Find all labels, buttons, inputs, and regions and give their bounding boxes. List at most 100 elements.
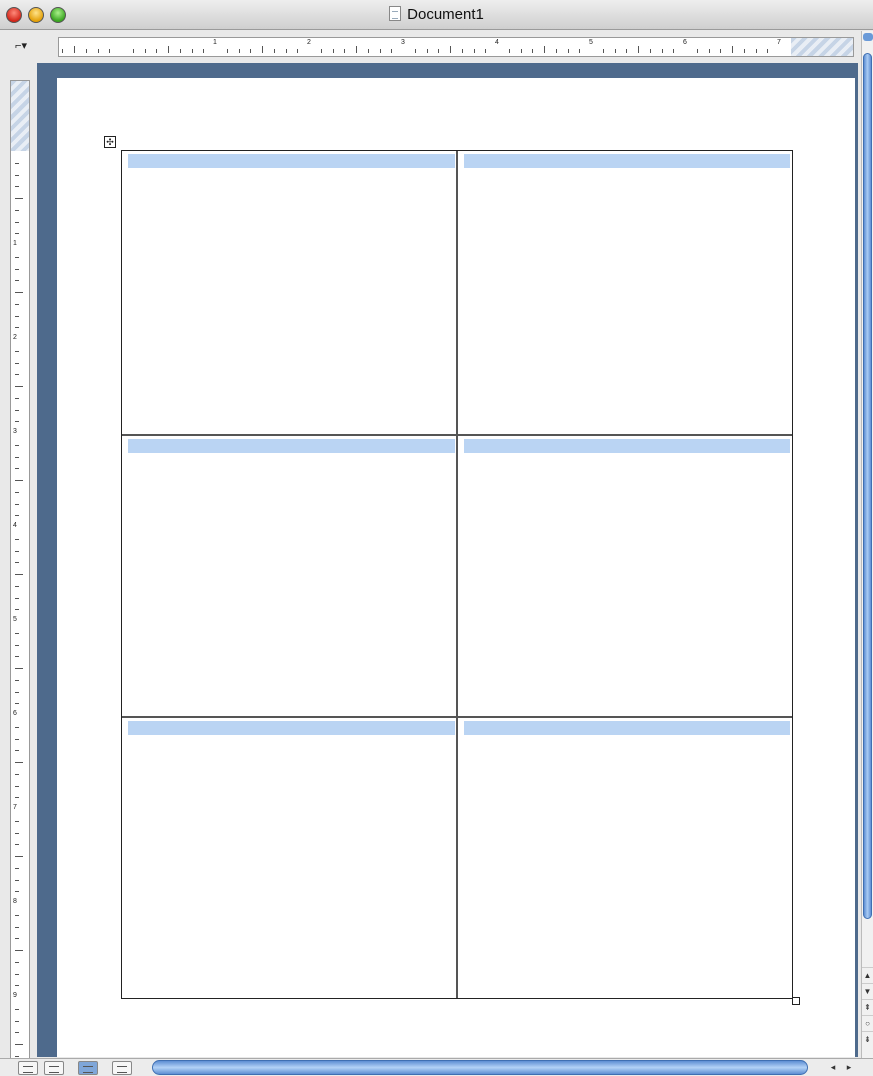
ruler-tick [203, 49, 205, 53]
ruler-tick [273, 49, 275, 53]
ruler-tick [15, 832, 19, 834]
cell-highlight [128, 154, 455, 168]
ruler-tick [438, 49, 440, 53]
ruler-tick [696, 49, 698, 53]
ruler-tick [168, 46, 169, 53]
table-cell-r2c1[interactable] [122, 436, 457, 716]
label-table[interactable] [121, 150, 793, 999]
ruler-tick [15, 938, 19, 940]
cell-highlight [464, 154, 790, 168]
ruler-tick [15, 350, 19, 352]
ruler-tick [15, 762, 23, 763]
ruler-tick [520, 49, 522, 53]
ruler-tick [732, 46, 733, 53]
ruler-number: 4 [13, 522, 17, 529]
ruler-tick [661, 49, 663, 53]
ruler-right-margin [791, 38, 853, 56]
notebook-view-button[interactable] [112, 1061, 132, 1075]
print-layout-icon [83, 1066, 93, 1073]
ruler-tick [15, 844, 19, 846]
outline-view-button[interactable] [44, 1061, 64, 1075]
ruler-tick [97, 49, 99, 53]
ruler-tick [356, 46, 357, 53]
status-bar: ◂ ▸ [0, 1058, 873, 1076]
ruler-tick [15, 444, 19, 446]
table-row-divider[interactable] [122, 716, 792, 718]
table-cell-r3c2[interactable] [458, 718, 792, 998]
table-cell-r1c2[interactable] [458, 151, 792, 434]
next-page-icon[interactable]: ⇟ [862, 1031, 873, 1048]
ruler-tick [15, 656, 19, 658]
table-move-handle-icon[interactable]: ✣ [104, 136, 116, 148]
ruler-tick [109, 49, 111, 53]
ruler-tick [15, 703, 19, 705]
ruler-tick [743, 49, 745, 53]
outline-view-icon [49, 1066, 59, 1073]
ruler-tick [15, 280, 19, 282]
ruler-number: 4 [495, 39, 499, 46]
ruler-tick [15, 562, 19, 564]
ruler-number: 1 [13, 240, 17, 247]
ruler-tick [179, 49, 181, 53]
horizontal-scroll-thumb[interactable] [152, 1060, 808, 1075]
ruler-tick [379, 49, 381, 53]
split-window-handle[interactable] [863, 33, 873, 41]
ruler-tick [15, 491, 19, 493]
ruler-tick [15, 773, 19, 775]
ruler-tick [15, 585, 19, 587]
table-cell-r3c1[interactable] [122, 718, 457, 998]
ruler-number: 7 [777, 39, 781, 46]
scroll-up-arrow-icon[interactable]: ▲ [862, 967, 873, 984]
ruler-tick [15, 480, 23, 481]
tab-selector-button[interactable]: ⌐▾ [7, 36, 35, 56]
ruler-tick [15, 268, 19, 270]
previous-page-icon[interactable]: ⇞ [862, 999, 873, 1016]
ruler-number: 5 [589, 39, 593, 46]
ruler-top-margin [11, 81, 29, 151]
ruler-tick [426, 49, 428, 53]
ruler-number: 2 [13, 334, 17, 341]
ruler-tick [15, 632, 19, 634]
ruler-tick [649, 49, 651, 53]
table-cell-r1c1[interactable] [122, 151, 457, 434]
cell-highlight [464, 721, 790, 735]
ruler-tick [15, 456, 19, 458]
ruler-tick [15, 174, 19, 176]
table-column-divider[interactable] [456, 151, 458, 998]
ruler-tick [414, 49, 416, 53]
browse-object-icon[interactable]: ○ [862, 1015, 873, 1032]
ruler-tick [720, 49, 722, 53]
ruler-tick [15, 985, 19, 987]
vertical-scroll-thumb[interactable] [863, 53, 872, 919]
ruler-tick [15, 198, 23, 199]
ruler-tick [508, 49, 510, 53]
ruler-tick [15, 221, 19, 223]
ruler-tick [15, 256, 19, 258]
ruler-tick [15, 679, 19, 681]
table-row-divider[interactable] [122, 434, 792, 436]
ruler-tick [767, 49, 769, 53]
scroll-left-arrow-icon[interactable]: ◂ [826, 1060, 840, 1075]
ruler-tick [15, 914, 19, 916]
ruler-tick [297, 49, 299, 53]
table-resize-handle-icon[interactable] [792, 997, 800, 1005]
normal-view-button[interactable] [18, 1061, 38, 1075]
table-cell-r2c2[interactable] [458, 436, 792, 716]
vertical-scrollbar[interactable]: ▲ ▼ ⇞ ○ ⇟ [861, 31, 873, 1061]
ruler-tick [15, 292, 23, 293]
ruler-tick [15, 468, 19, 470]
vertical-ruler[interactable]: 1 2 3 4 5 6 7 8 9 [10, 80, 30, 1060]
ruler-tick [15, 1008, 19, 1010]
ruler-tick [332, 49, 334, 53]
ruler-tick [673, 49, 675, 53]
ruler-tick [15, 574, 23, 575]
ruler-tick [485, 49, 487, 53]
ruler-tick [15, 1055, 19, 1057]
ruler-tick [15, 503, 19, 505]
scroll-down-arrow-icon[interactable]: ▼ [862, 983, 873, 1000]
ruler-tick [226, 49, 228, 53]
print-layout-view-button[interactable] [78, 1061, 98, 1075]
horizontal-ruler[interactable]: 1 2 3 4 5 6 7 [58, 37, 854, 57]
scroll-right-arrow-icon[interactable]: ▸ [842, 1060, 856, 1075]
ruler-number: 8 [13, 898, 17, 905]
